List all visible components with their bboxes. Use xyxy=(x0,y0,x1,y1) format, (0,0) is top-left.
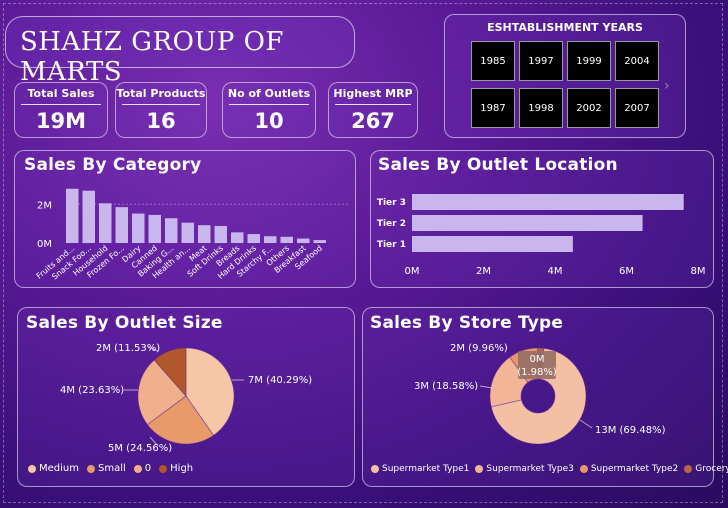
legend-item[interactable]: Small xyxy=(87,463,126,474)
category-bar xyxy=(66,188,79,243)
y-tick-label: Tier 1 xyxy=(377,240,406,250)
legend-swatch xyxy=(579,465,588,473)
slice-label: 5M (24.56%) xyxy=(108,443,172,454)
legend-swatch xyxy=(159,464,168,473)
legend-label: High xyxy=(170,463,194,474)
category-bar xyxy=(115,207,128,243)
legend-swatch xyxy=(684,465,693,473)
legend-item[interactable]: Supermarket Type1 xyxy=(371,464,469,474)
category-bar xyxy=(247,234,260,243)
slice-label: 2M (9.96%) xyxy=(450,343,508,354)
category-bar xyxy=(297,238,310,243)
x-tick-label: 8M xyxy=(691,266,706,277)
x-tick-label: 6M xyxy=(619,266,634,277)
legend-swatch xyxy=(28,464,36,473)
y-tick-label: Tier 2 xyxy=(377,219,406,229)
legend-label: 0 xyxy=(144,463,152,474)
x-tick-label: 2M xyxy=(476,266,491,277)
location-bar xyxy=(412,236,573,252)
category-bar xyxy=(231,232,244,243)
legend-label: Medium xyxy=(39,463,79,474)
y-tick-label: 0M xyxy=(37,239,52,250)
x-tick-label: 0M xyxy=(405,266,420,277)
slice-label: 0M xyxy=(530,354,545,365)
legend-item[interactable]: Medium xyxy=(28,463,79,474)
location-bar xyxy=(412,194,684,210)
category-bar xyxy=(264,236,277,243)
category-bar xyxy=(132,213,145,243)
slice-label: 13M (69.48%) xyxy=(595,425,666,436)
slice-label: 3M (18.58%) xyxy=(414,381,478,392)
y-tick-label: 2M xyxy=(37,200,52,211)
category-bar xyxy=(99,203,112,243)
category-bar xyxy=(181,222,194,243)
legend-swatch xyxy=(475,465,484,473)
legend-item[interactable]: Grocery Store xyxy=(684,464,728,474)
legend-item[interactable]: 0 xyxy=(133,463,152,474)
legend-item[interactable]: Supermarket Type2 xyxy=(579,464,679,474)
slice-label: 4M (23.63%) xyxy=(60,385,124,396)
legend-label: Supermarket Type3 xyxy=(486,464,574,474)
legend-label: Grocery Store xyxy=(695,464,728,474)
category-bar xyxy=(313,240,326,243)
category-bar xyxy=(198,225,211,243)
category-bar xyxy=(214,225,227,243)
leader-line xyxy=(479,385,493,389)
legend-label: Supermarket Type2 xyxy=(590,464,679,474)
legend-swatch xyxy=(371,465,379,473)
legend-label: Small xyxy=(98,463,126,474)
outlet-size-legend: Medium Small 0 High xyxy=(28,463,193,474)
category-bar xyxy=(165,218,178,243)
y-tick-label: Tier 3 xyxy=(377,198,406,208)
category-bar xyxy=(148,214,161,243)
legend-item[interactable]: High xyxy=(159,463,193,474)
slice-label: 7M (40.29%) xyxy=(248,375,312,386)
store-type-legend: Supermarket Type1 Supermarket Type3 Superm… xyxy=(371,464,728,474)
slice-label: (1.98%) xyxy=(517,367,557,378)
category-bar xyxy=(82,190,95,243)
legend-swatch xyxy=(133,464,142,473)
location-bar xyxy=(412,215,643,231)
legend-item[interactable]: Supermarket Type3 xyxy=(475,464,574,474)
legend-swatch xyxy=(87,464,95,473)
leader-line xyxy=(579,419,593,429)
legend-label: Supermarket Type1 xyxy=(382,464,470,474)
charts-layer: 0M2MFruits and...Snack Foo...HouseholdFr… xyxy=(35,188,706,454)
category-bar xyxy=(280,236,293,243)
x-tick-label: 4M xyxy=(548,266,563,277)
